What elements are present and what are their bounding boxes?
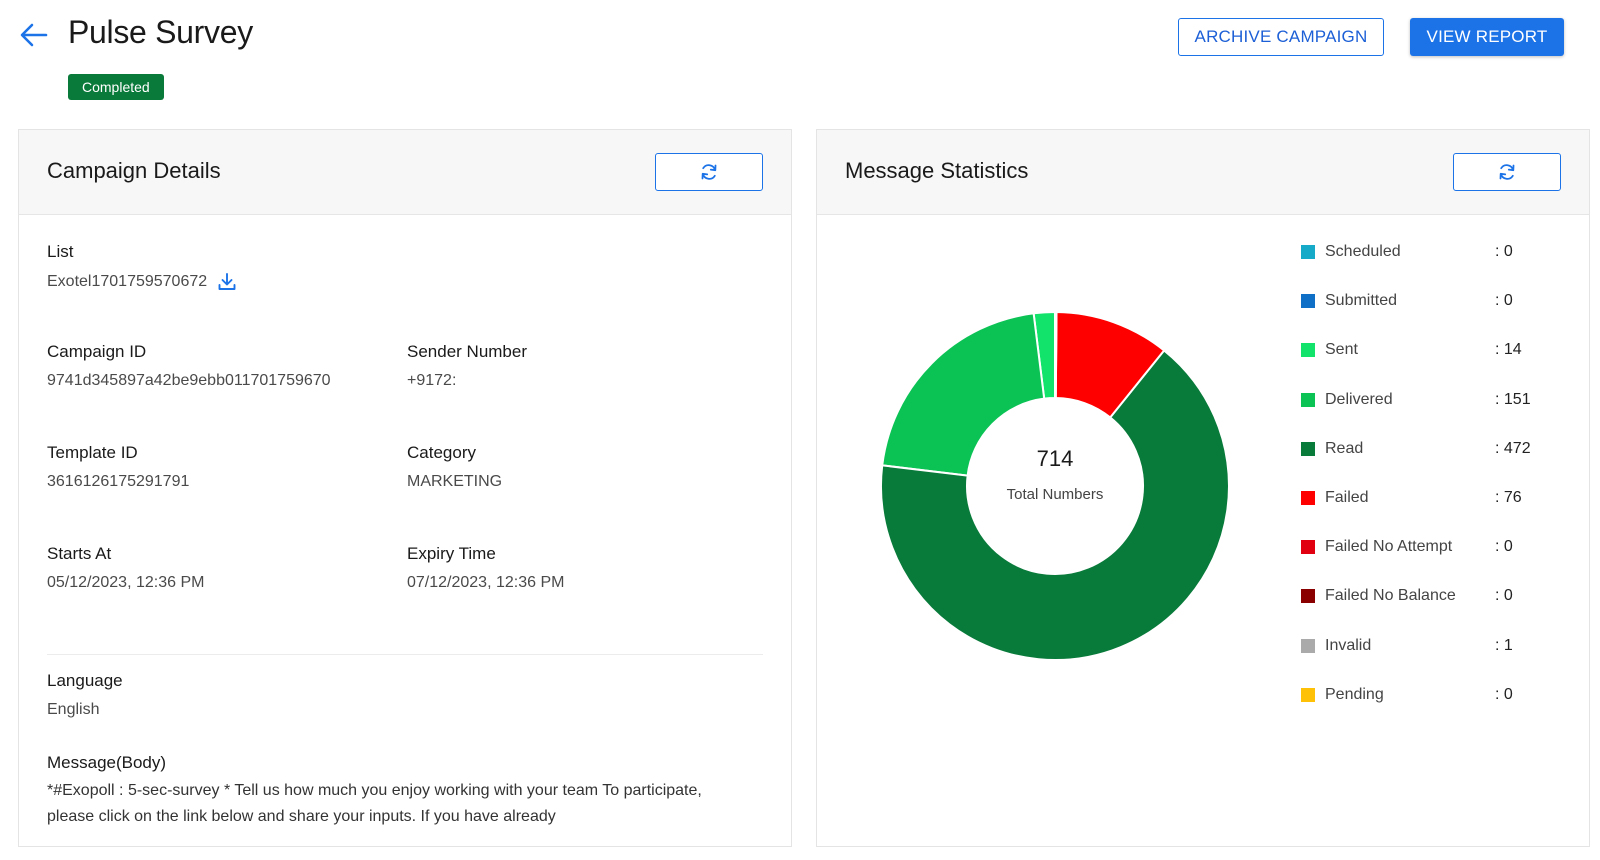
sender-number-value: +9172: [407,372,457,389]
donut-chart: 714 Total Numbers [875,306,1235,666]
legend-label: Delivered [1325,390,1393,408]
legend-value: : 14 [1495,341,1522,359]
legend-item: Failed No Attempt : 0 [1301,535,1561,559]
legend-item: Delivered : 151 [1301,388,1561,412]
download-icon[interactable] [217,272,237,292]
list-label: List [47,242,74,261]
legend-item: Invalid : 1 [1301,634,1561,658]
category-label: Category [407,443,476,462]
message-body-field: Message(Body) [47,753,166,773]
expiry-time-label: Expiry Time [407,544,496,563]
legend-swatch [1301,638,1315,653]
section-divider [47,654,763,655]
legend-item: Failed : 76 [1301,486,1561,510]
legend-value: : 0 [1495,538,1513,556]
template-id-value: 3616126175291791 [47,473,190,490]
legend-label: Invalid [1325,636,1372,654]
message-statistics-header: Message Statistics [817,130,1589,215]
template-id-label: Template ID [47,443,138,462]
legend-item: Submitted : 0 [1301,289,1561,313]
legend-label: Sent [1325,341,1358,359]
archive-campaign-button[interactable]: ARCHIVE CAMPAIGN [1178,18,1384,56]
expiry-time-field: Expiry Time 07/12/2023, 12:36 PM [407,544,564,592]
language-value: English [47,701,100,718]
legend-swatch [1301,392,1315,407]
legend-value: : 76 [1495,489,1522,506]
legend-item: Pending : 0 [1301,683,1561,707]
legend-item: Failed No Balance : 0 [1301,584,1561,608]
campaign-details-header: Campaign Details [19,130,791,215]
legend-label: Scheduled [1325,243,1401,260]
legend-label: Read [1325,439,1364,457]
legend-item: Read : 472 [1301,437,1561,461]
campaign-id-value: 9741d345897a42be9ebb011701759670 [47,372,331,389]
legend-value: : 472 [1495,439,1531,457]
category-value: MARKETING [407,473,503,490]
category-field: Category MARKETING [407,443,502,491]
campaign-id-field: Campaign ID 9741d345897a42be9ebb01170175… [47,342,331,390]
campaign-refresh-button[interactable] [655,153,763,191]
legend-swatch [1301,441,1315,456]
list-field: List Exotel1701759570672 [47,242,237,292]
starts-at-value: 05/12/2023, 12:36 PM [47,574,205,591]
legend-swatch [1301,245,1315,259]
legend-swatch [1301,343,1315,358]
legend-label: Failed No Balance [1325,587,1456,605]
campaign-details-title: Campaign Details [47,158,221,183]
status-badge: Completed [68,74,164,100]
legend-value: : 0 [1495,292,1513,310]
view-report-button[interactable]: VIEW REPORT [1410,18,1564,56]
page-header: Pulse Survey Completed ARCHIVE CAMPAIGN … [0,0,1600,110]
campaign-details-card: Campaign Details List Exotel170175957067… [18,129,792,847]
legend-label: Failed [1325,489,1369,506]
sender-number-field: Sender Number +9172: [407,342,527,390]
legend-value: : 0 [1495,685,1513,703]
campaign-id-label: Campaign ID [47,342,147,361]
page-title: Pulse Survey [68,14,253,50]
message-statistics-title: Message Statistics [845,158,1029,183]
legend-swatch [1301,540,1315,555]
refresh-icon [701,164,717,180]
legend-value: : 0 [1495,243,1513,260]
message-body-text: *#Exopoll : 5-sec-survey * Tell us how m… [47,782,702,825]
legend-label: Submitted [1325,292,1398,310]
legend-value: : 1 [1495,636,1513,654]
legend-label: Failed No Attempt [1325,538,1453,556]
legend-swatch [1301,589,1315,604]
legend-swatch [1301,294,1315,309]
legend-swatch [1301,491,1315,505]
sender-number-label: Sender Number [407,342,528,361]
starts-at-field: Starts At 05/12/2023, 12:36 PM [47,544,204,592]
language-field: Language English [47,671,123,719]
total-caption: Total Numbers [1006,486,1104,503]
statistics-refresh-button[interactable] [1453,153,1561,191]
legend-item: Sent : 14 [1301,338,1561,362]
refresh-icon [1499,164,1515,180]
legend-value: : 0 [1495,587,1513,605]
legend-value: : 151 [1495,390,1531,408]
back-arrow-icon[interactable] [18,20,50,50]
legend-swatch [1301,687,1315,702]
legend-label: Pending [1325,685,1384,703]
template-id-field: Template ID 3616126175291791 [47,443,189,491]
legend-item: Scheduled : 0 [1301,240,1561,264]
message-statistics-card: Message Statistics 714 Total Numbers Sch… [816,129,1590,847]
donut-slice-invalid [1054,310,1058,400]
expiry-time-value: 07/12/2023, 12:36 PM [407,574,565,591]
language-label: Language [47,671,123,690]
total-count: 714 [1036,446,1074,471]
starts-at-label: Starts At [47,544,112,563]
message-body-label: Message(Body) [47,753,167,772]
list-value: Exotel1701759570672 [47,273,208,290]
